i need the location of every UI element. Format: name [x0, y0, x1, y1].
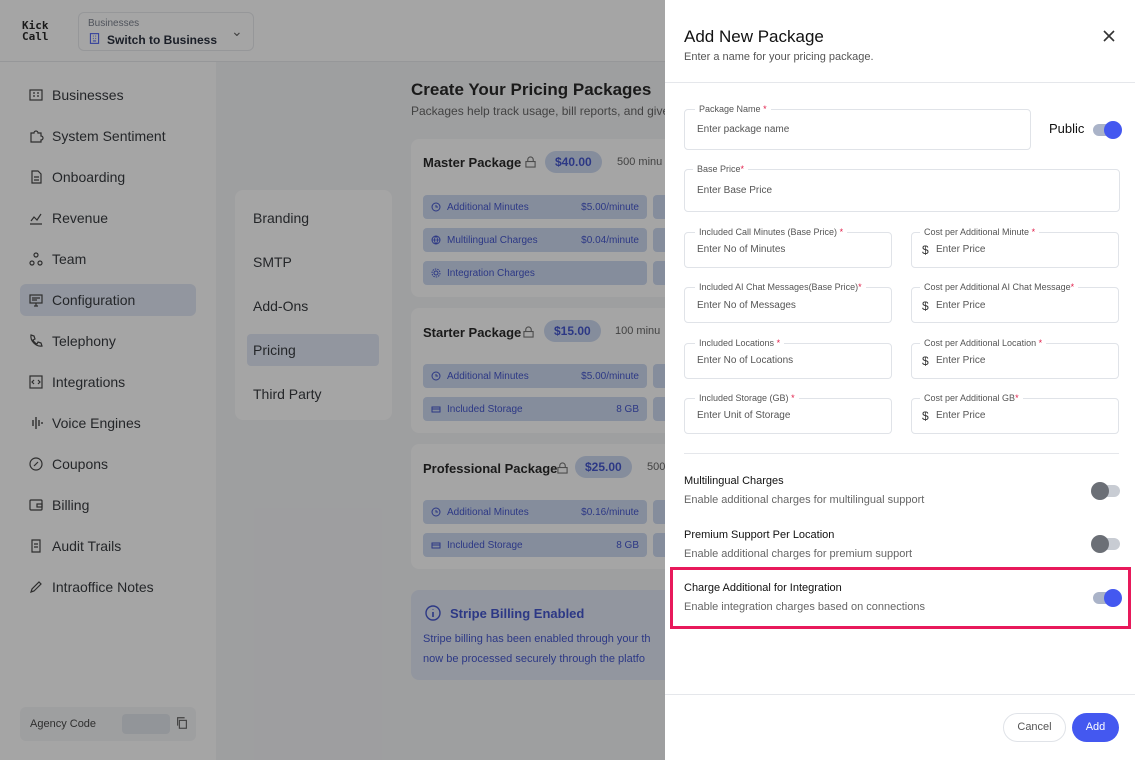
package-name-field[interactable]: Package Name * Enter package name [684, 104, 1031, 150]
field-placeholder: Enter Price [936, 410, 986, 421]
footer-divider [665, 694, 1135, 695]
cost-per-gb-field[interactable]: Cost per Additional GB* $ Enter Price [911, 393, 1119, 434]
option-title: Multilingual Charges [684, 475, 784, 487]
field-label: Package Name * [695, 104, 771, 114]
cost-per-minute-field[interactable]: Cost per Additional Minute * $ Enter Pri… [911, 227, 1119, 268]
toggle-knob [1091, 535, 1109, 553]
add-button[interactable]: Add [1072, 713, 1119, 742]
premium-support-toggle[interactable] [1091, 535, 1120, 553]
toggle-knob [1104, 121, 1122, 139]
included-minutes-field[interactable]: Included Call Minutes (Base Price) * Ent… [684, 227, 892, 268]
cancel-button[interactable]: Cancel [1003, 713, 1066, 742]
dollar-sign: $ [922, 354, 929, 368]
drawer-subtitle: Enter a name for your pricing package. [684, 51, 874, 63]
option-description: Enable additional charges for multilingu… [684, 494, 925, 506]
public-toggle[interactable] [1093, 121, 1122, 139]
included-chat-field[interactable]: Included AI Chat Messages(Base Price)* E… [684, 282, 892, 323]
section-divider [684, 453, 1119, 454]
field-placeholder: Enter No of Minutes [697, 244, 786, 255]
field-label: Included AI Chat Messages(Base Price)* [695, 282, 866, 292]
field-label: Base Price* [693, 164, 749, 174]
option-title: Premium Support Per Location [684, 529, 835, 541]
field-label: Cost per Additional Location * [920, 338, 1047, 348]
field-placeholder: Enter package name [697, 124, 790, 135]
highlight-box [670, 567, 1131, 629]
close-icon[interactable] [1101, 28, 1117, 44]
dollar-sign: $ [922, 243, 929, 257]
header-divider [665, 82, 1135, 83]
field-placeholder: Enter Price [936, 355, 986, 366]
field-placeholder: Enter Price [936, 300, 986, 311]
field-label: Included Locations * [695, 338, 785, 348]
field-label: Cost per Additional GB* [920, 393, 1023, 403]
add-package-drawer: Add New Package Enter a name for your pr… [665, 0, 1135, 760]
drawer-title: Add New Package [684, 27, 824, 46]
included-storage-field[interactable]: Included Storage (GB) * Enter Unit of St… [684, 393, 892, 434]
cost-per-chat-field[interactable]: Cost per Additional AI Chat Message* $ E… [911, 282, 1119, 323]
field-label: Included Storage (GB) * [695, 393, 799, 403]
included-locations-field[interactable]: Included Locations * Enter No of Locatio… [684, 338, 892, 379]
field-placeholder: Enter No of Messages [697, 300, 796, 311]
field-label: Cost per Additional AI Chat Message* [920, 282, 1079, 292]
field-placeholder: Enter No of Locations [697, 355, 794, 366]
field-placeholder: Enter Unit of Storage [697, 410, 791, 421]
multilingual-toggle[interactable] [1091, 482, 1120, 500]
option-description: Enable additional charges for premium su… [684, 548, 913, 560]
base-price-field[interactable]: Base Price* Enter Base Price [684, 164, 1120, 212]
field-label: Included Call Minutes (Base Price) * [695, 227, 848, 237]
dollar-sign: $ [922, 409, 929, 423]
toggle-knob [1091, 482, 1109, 500]
field-placeholder: Enter Price [936, 244, 986, 255]
public-label: Public [1049, 121, 1085, 136]
modal-backdrop[interactable] [0, 0, 665, 760]
dollar-sign: $ [922, 299, 929, 313]
field-placeholder: Enter Base Price [697, 185, 773, 196]
field-label: Cost per Additional Minute * [920, 227, 1040, 237]
cost-per-location-field[interactable]: Cost per Additional Location * $ Enter P… [911, 338, 1119, 379]
